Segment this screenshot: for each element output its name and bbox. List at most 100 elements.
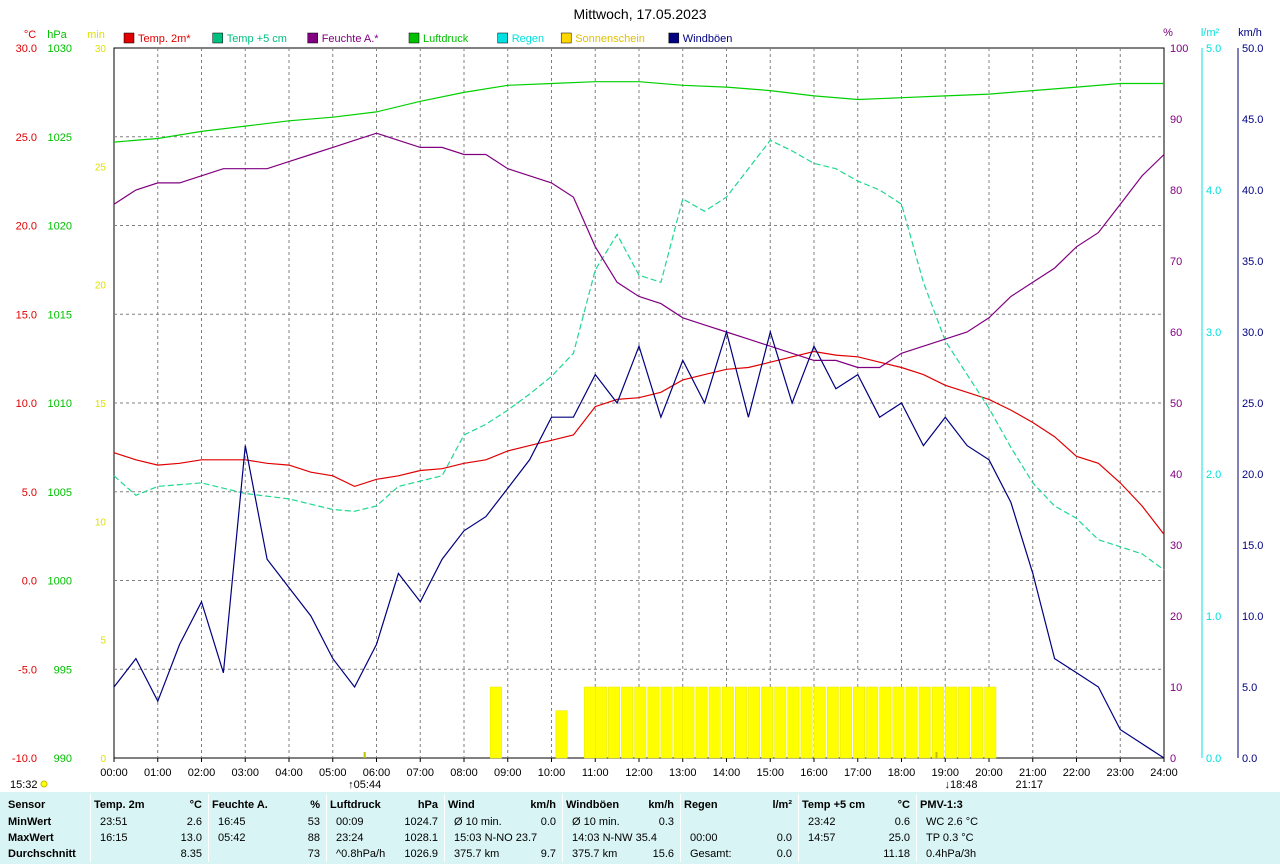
sunshine-bar — [826, 686, 839, 759]
x-tick-label: 13:00 — [669, 767, 697, 779]
summary-cell-label: 05:42 — [218, 832, 246, 844]
sunset-marker: ↓18:48 — [945, 779, 978, 791]
summary-unit: °C — [189, 799, 202, 811]
x-tick-label: 16:00 — [800, 767, 828, 779]
wind-tick-label: 0.0 — [1242, 753, 1257, 765]
rain-tick-label: 4.0 — [1206, 185, 1221, 197]
x-tick-label: 07:00 — [406, 767, 434, 779]
pressure-axis-unit: hPa — [47, 29, 67, 41]
humidity-tick-label: 100 — [1170, 43, 1188, 55]
legend-swatch — [212, 32, 223, 44]
temp-tick-label: -5.0 — [18, 664, 37, 676]
sunrise-marker: ↑05:44 — [348, 779, 381, 791]
summary-cell-label: Ø 10 min. — [454, 816, 502, 828]
summary-column-sensor: Sensor MinWert MaxWert Durchschnitt — [8, 792, 88, 864]
summary-column-temp5cm: Temp +5 cm °C 23:42 0.6 14:57 25.0 11.18 — [802, 792, 914, 864]
legend-label: Sonnenschein — [575, 33, 645, 45]
summary-header: Temp. 2m — [94, 799, 145, 811]
summary-cell-label: 375.7 km — [572, 848, 618, 860]
legend-swatch — [497, 32, 508, 44]
sunshine-bar — [958, 686, 970, 759]
summary-cell-label: Ø 10 min. — [572, 816, 620, 828]
summary-cell-value: 88 — [307, 832, 320, 844]
legend-swatch — [560, 32, 572, 44]
x-tick-label: 05:00 — [319, 767, 347, 779]
wind-tick-label: 40.0 — [1242, 185, 1263, 197]
summary-column-wind: Wind km/h Ø 10 min. 0.0 15:03 N-NO 23.7 375.7… — [448, 792, 560, 864]
sunshine-bar — [660, 686, 673, 759]
humidity-axis-unit: % — [1163, 27, 1173, 39]
x-tick-label: 00:00 — [100, 767, 128, 779]
temp-tick-label: 25.0 — [16, 132, 37, 144]
summary-separator — [326, 794, 327, 862]
x-tick-label: 12:00 — [625, 767, 653, 779]
temp-tick-label: 20.0 — [16, 221, 37, 233]
legend-swatch — [123, 32, 135, 44]
sun-tick-label: 30 — [95, 44, 107, 55]
temp-tick-label: 0.0 — [22, 576, 37, 588]
summary-cell-value: 53 — [307, 816, 320, 828]
sunshine-bar — [584, 686, 596, 759]
temp-tick-label: -10.0 — [12, 753, 37, 765]
x-tick-label: 17:00 — [844, 767, 872, 779]
sunshine-bar — [800, 686, 813, 759]
sunshine-bar — [853, 686, 865, 759]
x-tick-label: 02:00 — [188, 767, 216, 779]
wind-tick-label: 35.0 — [1242, 256, 1263, 268]
sunshine-bar — [813, 686, 826, 759]
wind-tick-label: 15.0 — [1242, 540, 1263, 552]
sunshine-bar — [608, 686, 620, 759]
humidity-tick-label: 10 — [1170, 682, 1182, 694]
summary-cell-value: 25.0 — [888, 832, 910, 844]
summary-cell-value: 0.0 — [776, 832, 792, 844]
sunshine-bar — [905, 686, 918, 759]
summary-cell-label: 375.7 km — [454, 848, 500, 860]
humidity-tick-label: 90 — [1170, 114, 1182, 126]
summary-separator — [798, 794, 799, 862]
summary-column-humidity: Feuchte A.% 16:45 53 05:42 88 73 — [212, 792, 324, 864]
summary-cell-value: 15.6 — [652, 848, 674, 860]
summary-cell-value: 9.7 — [540, 848, 556, 860]
pressure-tick-label: 995 — [54, 664, 72, 676]
sunshine-bar — [748, 686, 760, 759]
pressure-tick-label: 1020 — [48, 221, 72, 233]
summary-unit: % — [310, 799, 320, 811]
humidity-tick-label: 60 — [1170, 327, 1182, 339]
sun-axis-unit: min — [87, 29, 105, 41]
summary-separator — [916, 794, 917, 862]
summary-cell-label: ^0.8hPa/h — [336, 848, 386, 860]
moon-marker: 21:17 — [1015, 779, 1043, 791]
rain-tick-label: 1.0 — [1206, 611, 1221, 623]
pressure-tick-label: 1000 — [48, 576, 72, 588]
summary-header: PMV-1:3 — [920, 799, 963, 811]
sunshine-bar — [595, 686, 607, 759]
temp-tick-label: 5.0 — [22, 487, 37, 499]
sunshine-bar — [840, 686, 852, 759]
summary-cell-value: 0.3 — [658, 816, 674, 828]
humidity-tick-label: 20 — [1170, 611, 1182, 623]
wind-tick-label: 30.0 — [1242, 327, 1263, 339]
temp-tick-label: 15.0 — [16, 309, 37, 321]
summary-cell-label: 0.4hPa/3h — [926, 848, 977, 860]
sunshine-bar — [971, 686, 984, 759]
rain-axis-unit: l/m² — [1201, 27, 1220, 39]
pressure-tick-label: 1005 — [48, 487, 72, 499]
humidity-tick-label: 50 — [1170, 398, 1182, 410]
sunshine-bar — [490, 686, 502, 759]
x-tick-label: 23:00 — [1106, 767, 1134, 779]
x-tick-label: 21:00 — [1019, 767, 1047, 779]
summary-cell-value: 0.0 — [540, 816, 556, 828]
pressure-tick-label: 1030 — [48, 43, 72, 55]
x-tick-label: 18:00 — [888, 767, 916, 779]
sunshine-bar — [866, 686, 879, 759]
sun-tick-label: 0 — [100, 754, 106, 765]
summary-header: Temp +5 cm — [802, 799, 866, 811]
sunshine-bar — [879, 686, 892, 759]
x-tick-label: 19:00 — [931, 767, 959, 779]
pressure-tick-label: 990 — [54, 753, 72, 765]
sun-tick-label: 5 — [100, 636, 106, 647]
sun-tick-label: 15 — [95, 399, 107, 410]
rain-tick-label: 2.0 — [1206, 469, 1221, 481]
summary-cell-label: TP 0.3 °C — [926, 832, 974, 844]
summary-unit: km/h — [530, 799, 556, 811]
